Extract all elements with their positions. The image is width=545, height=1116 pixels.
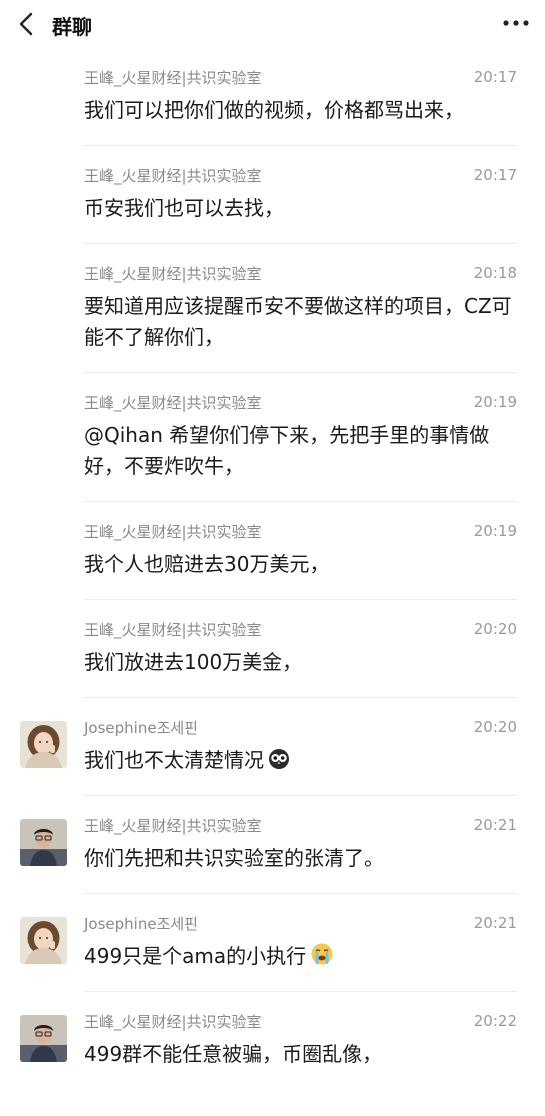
message-text: 499群不能任意被骗，币圈乱像，	[84, 1042, 383, 1066]
message-item[interactable]: 王峰_火星财经|共识实验室 20:17 我们可以把你们做的视频，价格都骂出来，	[84, 48, 517, 146]
message-item[interactable]: 王峰_火星财经|共识实验室 20:19 我个人也赔进去30万美元，	[84, 502, 517, 600]
message-time: 20:20	[473, 718, 517, 736]
message-item[interactable]: Josephine조세핀 20:20 我们也不太清楚情况	[20, 698, 517, 796]
message-text: 499只是个ama的小执行	[84, 944, 307, 968]
crying-face-emoji	[311, 943, 333, 965]
chevron-left-icon[interactable]	[16, 12, 38, 36]
sender-name[interactable]: 王峰_火星财经|共识实验室	[84, 521, 262, 542]
sender-name[interactable]: 王峰_火星财经|共识实验室	[84, 263, 262, 284]
message-item[interactable]: 王峰_火星财经|共识实验室 20:19 @Qihan 希望你们停下来，先把手里的…	[84, 373, 517, 502]
message-time: 20:19	[473, 393, 517, 411]
message-time: 20:21	[473, 816, 517, 834]
message-item[interactable]: 王峰_火星财经|共识实验室 20:20 我们放进去100万美金，	[84, 600, 517, 698]
message-time: 20:22	[473, 1012, 517, 1030]
message-item[interactable]: 王峰_火星财经|共识实验室 20:18 要知道用应该提醒币安不要做这样的项目，C…	[84, 244, 517, 373]
sender-name[interactable]: Josephine조세핀	[84, 913, 198, 934]
sender-name[interactable]: Josephine조세핀	[84, 717, 198, 738]
sender-name[interactable]: 王峰_火星财经|共识实验室	[84, 815, 262, 836]
message-item[interactable]: 王峰_火星财经|共识实验室 20:21 你们先把和共识实验室的张清了。	[20, 796, 517, 894]
sender-name[interactable]: 王峰_火星财经|共识实验室	[84, 619, 262, 640]
message-text: @Qihan 希望你们停下来，先把手里的事情做好，不要炸吹牛，	[84, 423, 490, 478]
message-text: 我个人也赔进去30万美元，	[84, 552, 330, 576]
message-item[interactable]: 王峰_火星财经|共识实验室 20:17 币安我们也可以去找，	[84, 146, 517, 244]
message-text: 币安我们也可以去找，	[84, 196, 284, 220]
sender-name[interactable]: 王峰_火星财经|共识实验室	[84, 1011, 262, 1032]
man-avatar[interactable]	[20, 819, 67, 866]
owl-emoji	[269, 749, 289, 769]
top-bar: 群聊	[0, 0, 545, 48]
sender-name[interactable]: 王峰_火星财经|共识实验室	[84, 165, 262, 186]
message-time: 20:18	[473, 264, 517, 282]
more-horizontal-icon[interactable]	[501, 12, 531, 34]
sender-name[interactable]: 王峰_火星财经|共识实验室	[84, 67, 262, 88]
sender-name[interactable]: 王峰_火星财经|共识实验室	[84, 392, 262, 413]
message-time: 20:19	[473, 522, 517, 540]
message-time: 20:21	[473, 914, 517, 932]
message-text: 我们可以把你们做的视频，价格都骂出来，	[84, 98, 464, 122]
message-text: 我们也不太清楚情况	[84, 748, 264, 772]
message-time: 20:17	[473, 166, 517, 184]
woman-avatar[interactable]	[20, 721, 67, 768]
message-item[interactable]: 王峰_火星财经|共识实验室 20:22 499群不能任意被骗，币圈乱像，	[20, 992, 517, 1089]
message-list[interactable]: 王峰_火星财经|共识实验室 20:17 我们可以把你们做的视频，价格都骂出来， …	[0, 48, 545, 1089]
message-text: 要知道用应该提醒币安不要做这样的项目，CZ可能不了解你们，	[84, 294, 512, 349]
woman-avatar[interactable]	[20, 917, 67, 964]
message-text: 我们放进去100万美金，	[84, 650, 303, 674]
chat-title: 群聊	[52, 15, 92, 39]
man-avatar[interactable]	[20, 1015, 67, 1062]
message-time: 20:17	[473, 68, 517, 86]
message-item[interactable]: Josephine조세핀 20:21 499只是个ama的小执行	[20, 894, 517, 992]
message-time: 20:20	[473, 620, 517, 638]
message-text: 你们先把和共识实验室的张清了。	[84, 846, 384, 870]
